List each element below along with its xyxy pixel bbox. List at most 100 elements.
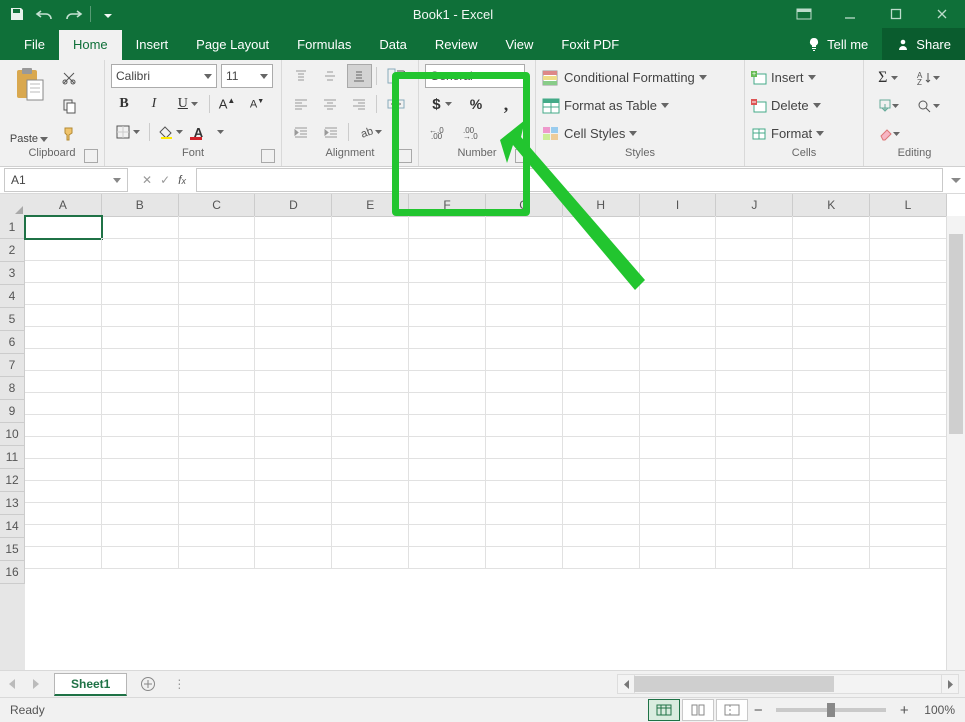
cell-B14[interactable]	[102, 502, 179, 525]
cell-G8[interactable]	[486, 370, 563, 393]
cell-J9[interactable]	[716, 392, 793, 415]
cell-K1[interactable]	[793, 216, 870, 239]
cell-D3[interactable]	[255, 260, 332, 283]
col-header-A[interactable]: A	[25, 194, 102, 216]
cell-H1[interactable]	[563, 216, 640, 239]
formula-input[interactable]	[196, 168, 943, 192]
cell-K11[interactable]	[793, 436, 870, 459]
cell-E10[interactable]	[332, 414, 409, 437]
cell-B16[interactable]	[102, 546, 179, 569]
wrap-text-button[interactable]	[381, 64, 412, 88]
tell-me[interactable]: Tell me	[793, 37, 882, 52]
percent-format-button[interactable]: %	[463, 92, 489, 116]
new-sheet-button[interactable]	[133, 672, 163, 696]
cell-L7[interactable]	[870, 348, 947, 371]
format-cells-button[interactable]: Format	[751, 121, 857, 147]
cell-F8[interactable]	[409, 370, 486, 393]
cell-I8[interactable]	[640, 370, 717, 393]
col-header-D[interactable]: D	[255, 194, 332, 216]
cut-button[interactable]	[56, 66, 82, 90]
cell-L8[interactable]	[870, 370, 947, 393]
row-header-10[interactable]: 10	[0, 423, 25, 446]
row-header-12[interactable]: 12	[0, 469, 25, 492]
cell-C9[interactable]	[179, 392, 256, 415]
cell-A8[interactable]	[25, 370, 102, 393]
cell-L10[interactable]	[870, 414, 947, 437]
cell-I9[interactable]	[640, 392, 717, 415]
cell-K6[interactable]	[793, 326, 870, 349]
col-header-I[interactable]: I	[640, 194, 717, 216]
col-header-K[interactable]: K	[793, 194, 870, 216]
cell-H16[interactable]	[563, 546, 640, 569]
cell-G12[interactable]	[486, 458, 563, 481]
cell-H9[interactable]	[563, 392, 640, 415]
number-format-combo[interactable]: General	[425, 64, 525, 88]
cell-A5[interactable]	[25, 304, 102, 327]
select-all-corner[interactable]	[0, 194, 26, 217]
cell-G14[interactable]	[486, 502, 563, 525]
cell-F5[interactable]	[409, 304, 486, 327]
row-header-13[interactable]: 13	[0, 492, 25, 515]
cell-J2[interactable]	[716, 238, 793, 261]
cell-G2[interactable]	[486, 238, 563, 261]
enter-formula-icon[interactable]: ✓	[160, 173, 170, 187]
cell-F13[interactable]	[409, 480, 486, 503]
cell-K12[interactable]	[793, 458, 870, 481]
cell-C10[interactable]	[179, 414, 256, 437]
name-box[interactable]: A1	[4, 168, 128, 192]
cell-D11[interactable]	[255, 436, 332, 459]
cell-F4[interactable]	[409, 282, 486, 305]
cell-A13[interactable]	[25, 480, 102, 503]
col-header-L[interactable]: L	[870, 194, 947, 216]
cell-F3[interactable]	[409, 260, 486, 283]
cell-G1[interactable]	[486, 216, 563, 239]
cell-I14[interactable]	[640, 502, 717, 525]
comma-format-button[interactable]: ,	[493, 92, 519, 116]
cell-J16[interactable]	[716, 546, 793, 569]
cell-C11[interactable]	[179, 436, 256, 459]
cell-E6[interactable]	[332, 326, 409, 349]
cell-H5[interactable]	[563, 304, 640, 327]
sort-filter-button[interactable]: AZ	[910, 66, 946, 90]
cell-E13[interactable]	[332, 480, 409, 503]
col-header-E[interactable]: E	[332, 194, 409, 216]
cell-B7[interactable]	[102, 348, 179, 371]
increase-decimal-button[interactable]: ←.0.00	[425, 120, 455, 144]
qat-customize[interactable]	[97, 3, 119, 25]
cell-H3[interactable]	[563, 260, 640, 283]
fill-button[interactable]	[870, 94, 906, 118]
cell-H6[interactable]	[563, 326, 640, 349]
cell-D2[interactable]	[255, 238, 332, 261]
cell-F7[interactable]	[409, 348, 486, 371]
cell-L13[interactable]	[870, 480, 947, 503]
align-right-button[interactable]	[347, 92, 372, 116]
cell-E14[interactable]	[332, 502, 409, 525]
col-header-C[interactable]: C	[179, 194, 256, 216]
cell-I7[interactable]	[640, 348, 717, 371]
font-name-combo[interactable]: Calibri	[111, 64, 217, 88]
cell-H13[interactable]	[563, 480, 640, 503]
cell-K9[interactable]	[793, 392, 870, 415]
row-header-11[interactable]: 11	[0, 446, 25, 469]
cell-E8[interactable]	[332, 370, 409, 393]
cell-G13[interactable]	[486, 480, 563, 503]
delete-cells-button[interactable]: Delete	[751, 93, 857, 119]
horizontal-scrollbar[interactable]	[617, 674, 959, 694]
cell-C6[interactable]	[179, 326, 256, 349]
cell-G15[interactable]	[486, 524, 563, 547]
cell-B15[interactable]	[102, 524, 179, 547]
cell-E4[interactable]	[332, 282, 409, 305]
cell-B3[interactable]	[102, 260, 179, 283]
tab-view[interactable]: View	[491, 30, 547, 60]
italic-button[interactable]: I	[141, 92, 167, 116]
cell-B12[interactable]	[102, 458, 179, 481]
cell-B10[interactable]	[102, 414, 179, 437]
tab-foxit-pdf[interactable]: Foxit PDF	[547, 30, 633, 60]
merge-center-button[interactable]	[381, 92, 412, 116]
sheet-nav-next[interactable]	[24, 672, 48, 696]
cell-L9[interactable]	[870, 392, 947, 415]
font-size-combo[interactable]: 11	[221, 64, 273, 88]
cell-H8[interactable]	[563, 370, 640, 393]
cell-E7[interactable]	[332, 348, 409, 371]
cell-E11[interactable]	[332, 436, 409, 459]
